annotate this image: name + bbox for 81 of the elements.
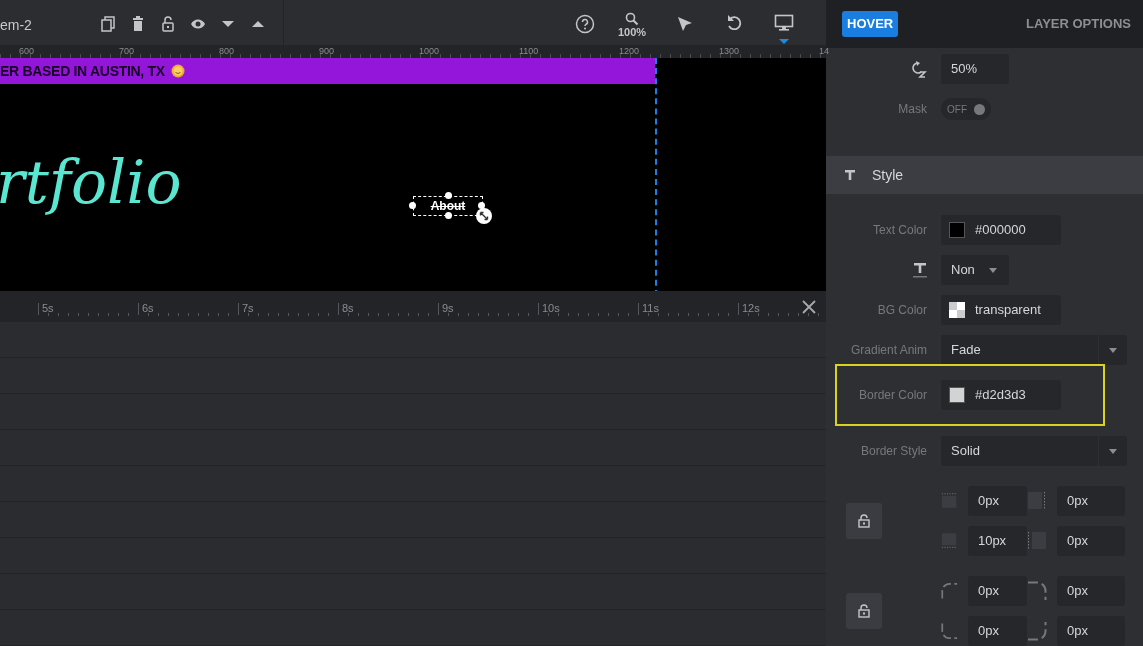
border-top-icon — [941, 491, 958, 511]
close-icon[interactable] — [802, 300, 816, 314]
unlocked-icon — [858, 604, 870, 618]
copy-icon[interactable] — [100, 15, 116, 33]
smiley-sun-icon — [170, 64, 185, 79]
decoration-select[interactable]: Non — [941, 255, 1009, 285]
ruler-label: 1000 — [419, 46, 440, 57]
ruler-label: 900 — [319, 46, 335, 57]
zoom-button[interactable]: 100% — [618, 12, 647, 38]
border-radius-field[interactable]: 0px — [1057, 576, 1125, 606]
time-label: 6s — [142, 301, 154, 316]
search-icon — [625, 12, 640, 26]
ruler-label: 1200 — [619, 46, 640, 57]
mode-badge[interactable]: HOVER — [842, 11, 899, 37]
color-field[interactable]: #d2d3d3 — [941, 380, 1061, 410]
monitor-icon — [774, 14, 794, 32]
undo-icon[interactable] — [725, 14, 743, 32]
time-label: 7s — [242, 301, 254, 316]
caret-icon — [989, 267, 997, 273]
time-label: 12s — [742, 301, 760, 316]
border-radius-field[interactable]: 0px — [1057, 616, 1125, 646]
caret-icon — [1109, 347, 1117, 353]
field-label: Border Color — [858, 387, 927, 404]
color-field[interactable]: #000000 — [941, 215, 1061, 245]
border-width-field[interactable]: 0px — [1057, 526, 1125, 556]
script-title: rtfolio — [0, 150, 182, 215]
text-decoration-icon — [913, 262, 927, 278]
border-bottom-icon — [941, 531, 958, 551]
time-label: 9s — [442, 301, 454, 316]
section-header[interactable]: Style — [826, 156, 1143, 194]
ruler-label: 1100 — [519, 46, 539, 57]
resize-icon[interactable] — [476, 208, 492, 225]
cursor-icon[interactable] — [676, 15, 694, 33]
unlocked-icon — [858, 514, 870, 528]
time-label: 8s — [342, 301, 354, 316]
transparent-swatch[interactable] — [949, 302, 965, 318]
ruler-label: 700 — [119, 46, 135, 57]
corner-bottom-left-icon — [941, 621, 958, 641]
resize-handle[interactable] — [445, 192, 452, 200]
time-label: 11s — [642, 301, 659, 316]
resize-handle[interactable] — [445, 212, 452, 220]
time-label: 5s — [42, 301, 54, 316]
rotate-z-icon — [909, 60, 927, 78]
rotation-field[interactable]: 50% — [941, 54, 1009, 84]
ruler-label: 800 — [219, 46, 235, 57]
mask-label: Mask — [898, 101, 927, 118]
border-width-field[interactable]: 10px — [967, 526, 1027, 556]
border-right-icon — [1027, 491, 1047, 511]
resize-handle[interactable] — [409, 202, 416, 210]
field-label: Text Color — [872, 222, 927, 239]
border-width-field[interactable]: 0px — [1057, 486, 1125, 516]
desktop-view-button[interactable] — [774, 14, 794, 44]
field-label: Border Style — [860, 443, 927, 460]
time-label: 10s — [542, 301, 560, 316]
help-icon[interactable] — [575, 14, 595, 34]
ruler-label: 14 — [819, 46, 829, 57]
unlocked-icon[interactable] — [160, 15, 176, 33]
border-radius-field[interactable]: 0px — [967, 616, 1027, 646]
color-swatch[interactable] — [949, 387, 965, 403]
corner-top-right-icon — [1027, 581, 1047, 601]
color-swatch[interactable] — [949, 222, 965, 238]
border-radius-field[interactable]: 0px — [967, 576, 1027, 606]
caret-icon — [1109, 448, 1117, 454]
unlock-button[interactable] — [846, 593, 882, 629]
dropdown[interactable]: Solid — [941, 436, 1127, 466]
layer-name: em-2 — [0, 16, 32, 35]
corner-top-left-icon — [941, 581, 958, 601]
ruler-label: 600 — [19, 46, 35, 57]
corner-bottom-right-icon — [1027, 621, 1047, 641]
panel-title[interactable]: LAYER OPTIONS — [1026, 14, 1131, 34]
color-field[interactable]: transparent — [941, 295, 1061, 325]
text-icon — [844, 169, 856, 181]
trash-icon[interactable] — [130, 15, 146, 33]
field-label: BG Color — [877, 302, 927, 319]
dropdown[interactable]: Fade — [941, 335, 1127, 365]
ruler-label: 1300 — [719, 46, 740, 57]
border-width-field[interactable]: 0px — [967, 486, 1027, 516]
banner-text: ER BASED IN AUSTIN, TX — [0, 61, 165, 81]
border-left-icon — [1027, 531, 1047, 551]
unlock-button[interactable] — [846, 503, 882, 539]
field-label: Gradient Anim — [850, 342, 927, 359]
